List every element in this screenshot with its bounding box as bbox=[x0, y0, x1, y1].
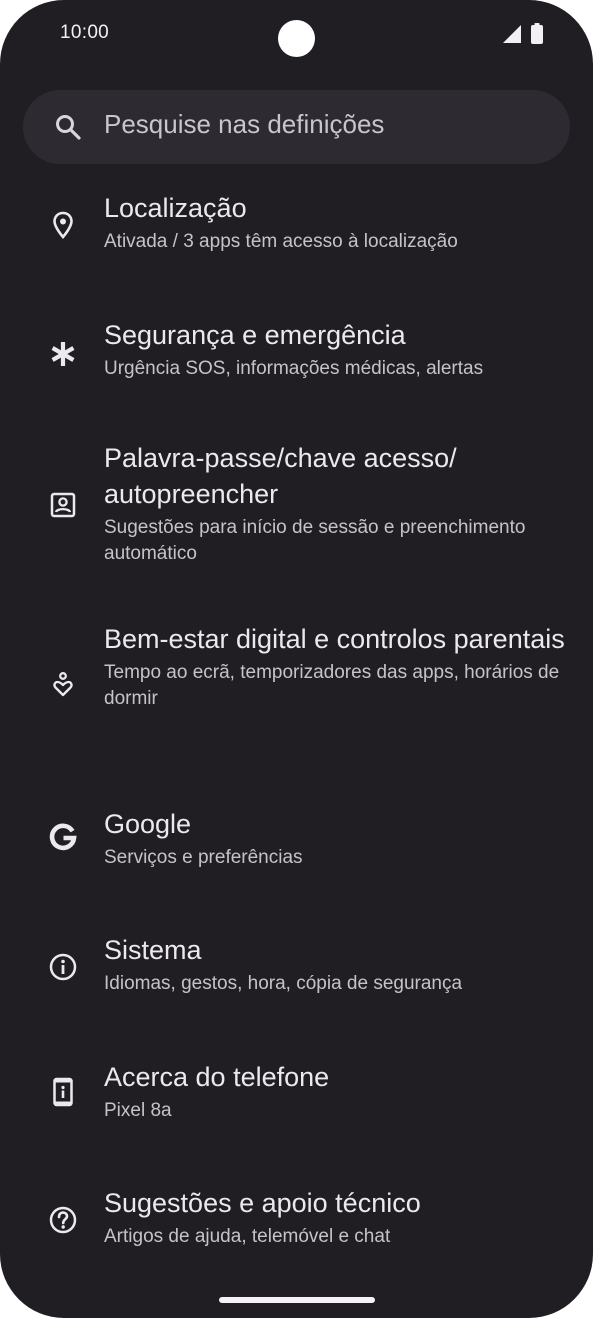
settings-item-text: Localização Ativada / 3 apps têm acesso … bbox=[104, 190, 569, 255]
settings-item-subtitle: Pixel 8a bbox=[104, 1100, 172, 1121]
info-icon bbox=[48, 952, 78, 982]
settings-item-text: Sugestões e apoio técnico Artigos de aju… bbox=[104, 1185, 569, 1250]
battery-icon bbox=[531, 23, 543, 44]
settings-item-title: Acerca do telefone bbox=[104, 1062, 330, 1092]
password-account-icon bbox=[48, 490, 78, 520]
settings-item-text: Sistema Idiomas, gestos, hora, cópia de … bbox=[104, 932, 569, 997]
settings-item-location[interactable]: Localização Ativada / 3 apps têm acesso … bbox=[0, 190, 593, 280]
settings-item-text: Bem-estar digital e controlos parentais … bbox=[104, 621, 569, 712]
digital-wellbeing-icon bbox=[48, 670, 78, 700]
settings-item-system[interactable]: Sistema Idiomas, gestos, hora, cópia de … bbox=[0, 932, 593, 1022]
settings-item-title: Bem-estar digital e controlos parentais bbox=[104, 624, 565, 654]
settings-item-subtitle: Ativada / 3 apps têm acesso à localizaçã… bbox=[104, 231, 458, 252]
google-g-icon bbox=[48, 823, 78, 853]
settings-item-title: Sistema bbox=[104, 935, 202, 965]
settings-item-title: Palavra-passe/chave acesso/ autopreenche… bbox=[104, 443, 457, 509]
settings-item-digital-wellbeing[interactable]: Bem-estar digital e controlos parentais … bbox=[0, 621, 593, 761]
settings-item-tips-support[interactable]: Sugestões e apoio técnico Artigos de aju… bbox=[0, 1185, 593, 1275]
settings-item-subtitle: Artigos de ajuda, telemóvel e chat bbox=[104, 1226, 391, 1247]
gesture-navigation-handle[interactable] bbox=[219, 1297, 375, 1303]
location-pin-icon bbox=[48, 210, 78, 240]
settings-item-title: Localização bbox=[104, 193, 247, 223]
settings-item-subtitle: Serviços e preferências bbox=[104, 847, 303, 868]
settings-item-safety-emergency[interactable]: Segurança e emergência Urgência SOS, inf… bbox=[0, 317, 593, 407]
settings-item-subtitle: Idiomas, gestos, hora, cópia de seguranç… bbox=[104, 973, 463, 994]
settings-item-text: Acerca do telefone Pixel 8a bbox=[104, 1059, 569, 1124]
search-icon bbox=[54, 113, 82, 141]
asterisk-emergency-icon bbox=[48, 339, 78, 369]
settings-item-subtitle: Urgência SOS, informações médicas, alert… bbox=[104, 358, 484, 379]
settings-item-title: Sugestões e apoio técnico bbox=[104, 1188, 421, 1218]
settings-item-subtitle: Sugestões para início de sessão e preenc… bbox=[104, 517, 526, 564]
settings-screen: 10:00 Pesquise nas definições Localizaçã… bbox=[0, 0, 593, 1318]
settings-item-google[interactable]: Google Serviços e preferências bbox=[0, 806, 593, 896]
camera-cutout bbox=[278, 20, 315, 57]
settings-search-bar[interactable]: Pesquise nas definições bbox=[23, 90, 570, 164]
settings-item-text: Segurança e emergência Urgência SOS, inf… bbox=[104, 317, 569, 382]
settings-item-passwords-autofill[interactable]: Palavra-passe/chave acesso/ autopreenche… bbox=[0, 440, 593, 580]
cellular-signal-icon bbox=[503, 25, 521, 43]
settings-item-text: Google Serviços e preferências bbox=[104, 806, 569, 871]
help-icon bbox=[48, 1205, 78, 1235]
phone-info-icon bbox=[48, 1077, 78, 1107]
search-placeholder: Pesquise nas definições bbox=[104, 109, 385, 139]
settings-item-about-phone[interactable]: Acerca do telefone Pixel 8a bbox=[0, 1059, 593, 1149]
settings-item-subtitle: Tempo ao ecrã, temporizadores das apps, … bbox=[104, 662, 560, 709]
status-time: 10:00 bbox=[60, 22, 110, 43]
settings-item-title: Google bbox=[104, 809, 192, 839]
status-bar: 10:00 bbox=[0, 0, 593, 70]
settings-item-title: Segurança e emergência bbox=[104, 320, 406, 350]
settings-item-text: Palavra-passe/chave acesso/ autopreenche… bbox=[104, 440, 569, 567]
